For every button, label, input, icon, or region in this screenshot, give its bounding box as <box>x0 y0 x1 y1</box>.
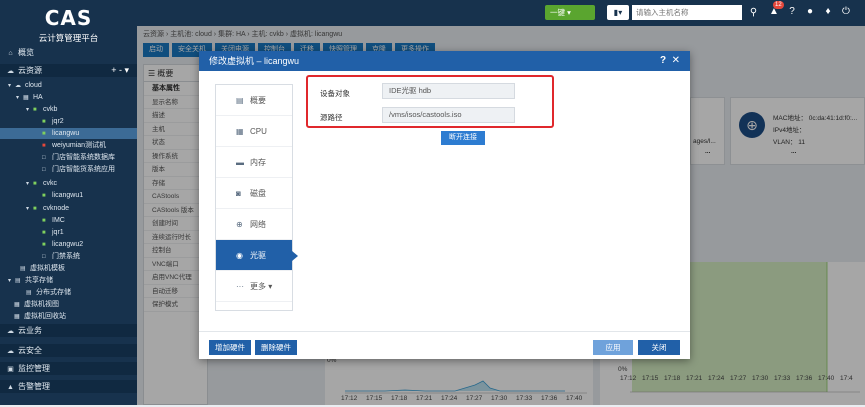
vm-icon: □ <box>42 155 46 161</box>
search-scope-dropdown[interactable]: ▮▾ <box>607 5 629 20</box>
tree-node-cvkb[interactable]: ▾ ■ cvkb <box>0 104 137 115</box>
tree-node-ha[interactable]: ▾ ▦ HA <box>0 92 137 103</box>
tree-node-vm[interactable]: ■ licangwu1 <box>0 190 137 201</box>
tree-node-recycle-bin[interactable]: ▦ 虚拟机回收站 <box>0 311 137 322</box>
tree-node-cvknode[interactable]: ▾ ■ cvknode <box>0 203 137 214</box>
alarm-icon: ▲ <box>7 384 14 391</box>
add-hardware-button[interactable]: 增加硬件 <box>209 340 251 355</box>
vm-icon: ■ <box>42 242 46 248</box>
help-button[interactable]: ? <box>660 55 666 66</box>
tree-node-vm[interactable]: □ 门禁系统 <box>0 251 137 262</box>
tree-node-vm[interactable]: ■ IMC <box>0 215 137 226</box>
nav-more[interactable]: ··· 更多 ▾ <box>216 271 292 302</box>
tree-node-cloud[interactable]: ▾ ☁ cloud <box>0 80 137 91</box>
nav-cpu[interactable]: ▦ CPU <box>216 116 292 147</box>
host-icon: ■ <box>33 206 37 212</box>
sidebar-item-cloud-service[interactable]: ☁ 云业务 <box>0 324 137 337</box>
onekey-button[interactable]: 一键 ▾ <box>545 5 595 20</box>
cloud-service-icon: ☁ <box>7 328 14 335</box>
dialog-footer: 增加硬件 删除硬件 应用 关闭 <box>199 331 690 359</box>
network-icon: ⊕ <box>236 220 243 229</box>
nav-network[interactable]: ⊕ 网络 <box>216 209 292 240</box>
tree-node-distributed-storage[interactable]: ▤ 分布式存储 <box>0 287 137 298</box>
disk-icon: ◙ <box>236 189 241 198</box>
help-icon[interactable]: ? <box>785 6 799 17</box>
dialog-header: 修改虚拟机 – licangwu ? ✕ <box>199 51 690 71</box>
close-icon[interactable]: ✕ <box>672 55 680 66</box>
vm-stopped-icon: ■ <box>42 143 46 149</box>
home-icon: ⌂ <box>8 50 13 57</box>
host-icon: ■ <box>33 181 37 187</box>
vm-icon: □ <box>42 254 46 260</box>
tree-node-vm[interactable]: □ 门店智能系统数据库 <box>0 152 137 163</box>
vm-icon: ■ <box>42 131 46 137</box>
vm-icon: ■ <box>42 193 46 199</box>
sidebar-item-cloud-resources[interactable]: ☁ 云资源 + - ▾ <box>0 64 137 77</box>
nav-disk[interactable]: ◙ 磁盘 <box>216 178 292 209</box>
cloud-icon: ☁ <box>15 83 21 89</box>
logo-text: CAS <box>44 6 93 30</box>
security-icon: ☁ <box>7 348 14 355</box>
template-icon: ▤ <box>20 266 26 272</box>
device-label: 设备对象 <box>320 89 350 98</box>
cloud-icon: ☁ <box>7 68 14 75</box>
server-icon: ▮ <box>613 8 619 17</box>
view-icon: ▦ <box>14 302 20 308</box>
source-path-field[interactable]: /vms/isos/castools.iso <box>382 107 515 123</box>
storage-icon: ▤ <box>15 278 21 284</box>
nav-memory[interactable]: ▬ 内存 <box>216 147 292 178</box>
sidebar: CAS 云计算管理平台 ⌂ 概览 ☁ 云资源 + - ▾ ▾ ☁ cloud ▾ ▦ HA ▾… <box>0 0 137 405</box>
search-icon[interactable]: ⚲ <box>745 4 762 21</box>
device-field[interactable]: IDE光驱 hdb <box>382 83 515 99</box>
search-input[interactable] <box>632 5 742 20</box>
sidebar-item-cloud-security[interactable]: ☁ 云安全 <box>0 344 137 357</box>
notification-badge: 12 <box>773 1 784 9</box>
vm-icon: ■ <box>42 230 46 236</box>
power-icon[interactable]: ⏻ <box>839 6 853 17</box>
add-expand-controls[interactable]: + - ▾ <box>111 64 129 77</box>
tree-node-shared-storage[interactable]: ▾ ▤ 共享存储 <box>0 275 137 286</box>
recycle-icon: ▦ <box>14 314 20 320</box>
storage-icon: ▤ <box>26 290 32 296</box>
cluster-icon: ▦ <box>23 95 29 101</box>
tree-node-cvkc[interactable]: ▾ ■ cvkc <box>0 178 137 189</box>
tree-node-vm-selected[interactable]: ■ licangwu <box>0 128 137 139</box>
summary-icon: ▤ <box>236 96 244 105</box>
vm-icon: ■ <box>42 218 46 224</box>
dialog-title: 修改虚拟机 – licangwu <box>209 56 300 66</box>
logo: CAS 云计算管理平台 <box>0 0 137 44</box>
sidebar-item-alarm[interactable]: ▲ 告警管理 <box>0 380 137 393</box>
host-icon: ■ <box>33 107 37 113</box>
cdrom-icon: ◉ <box>236 251 243 260</box>
tree-node-vm-view[interactable]: ▦ 虚拟机视图 <box>0 299 137 310</box>
nav-cdrom[interactable]: ◉ 光驱 <box>216 240 298 271</box>
tree-node-vm[interactable]: ■ jqr1 <box>0 227 137 238</box>
edit-vm-dialog: 修改虚拟机 – licangwu ? ✕ ▤ 概要 ▦ CPU ▬ 内存 ◙ 磁盘 ⊕ 网… <box>199 51 690 359</box>
close-button[interactable]: 关闭 <box>638 340 680 355</box>
user-icon[interactable]: ● <box>803 6 817 17</box>
monitor-icon: ▣ <box>7 366 14 373</box>
more-icon: ··· <box>236 282 244 291</box>
tree-node-vm[interactable]: ■ jqr2 <box>0 116 137 127</box>
vm-icon: □ <box>42 167 46 173</box>
sidebar-item-monitor[interactable]: ▣ 监控管理 <box>0 362 137 375</box>
shirt-theme-icon[interactable]: ♦ <box>821 6 835 17</box>
memory-icon: ▬ <box>236 158 244 167</box>
app-subtitle: 云计算管理平台 <box>38 33 99 43</box>
source-label: 源路径 <box>320 113 343 122</box>
nav-summary[interactable]: ▤ 概要 <box>216 85 292 116</box>
tree-node-vm-template[interactable]: ▤ 虚拟机模板 <box>0 263 137 274</box>
tree-node-vm[interactable]: □ 门店智能货系统应用 <box>0 164 137 175</box>
cpu-icon: ▦ <box>236 127 244 136</box>
sidebar-item-overview[interactable]: ⌂ 概览 <box>0 46 137 59</box>
vm-icon: ■ <box>42 119 46 125</box>
hardware-nav: ▤ 概要 ▦ CPU ▬ 内存 ◙ 磁盘 ⊕ 网络 ◉ 光驱 ··· 更多 ▾ <box>215 84 298 311</box>
tree-node-vm[interactable]: ■ weiyumian测试机 <box>0 140 137 151</box>
top-bar: 一键 ▾ ▮▾ ⚲ ▲ 12 ? ● ♦ ⏻ <box>137 0 865 26</box>
tree-node-vm[interactable]: ■ licangwu2 <box>0 239 137 250</box>
delete-hardware-button[interactable]: 删除硬件 <box>255 340 297 355</box>
disconnect-button[interactable]: 断开连接 <box>441 131 485 145</box>
apply-button[interactable]: 应用 <box>593 340 633 355</box>
